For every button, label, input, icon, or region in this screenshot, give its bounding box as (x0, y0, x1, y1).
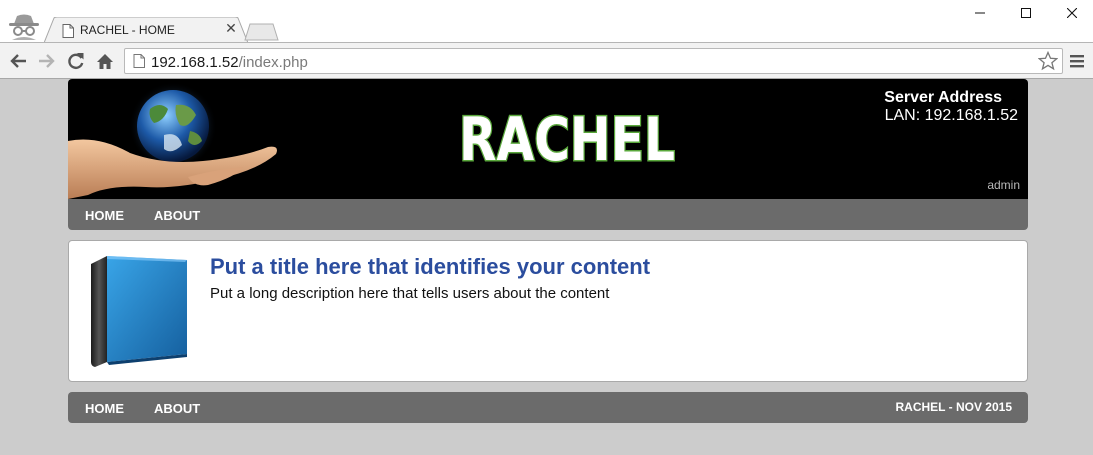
footer-home-link[interactable]: HOME (85, 401, 124, 416)
browser-toolbar: 192.168.1.52/index.php (0, 42, 1093, 79)
address-url: 192.168.1.52/index.php (151, 54, 308, 71)
home-button[interactable] (94, 51, 116, 71)
close-icon[interactable]: ✕ (224, 21, 238, 35)
back-icon (10, 54, 26, 68)
maximize-button[interactable] (1003, 0, 1049, 26)
menu-icon[interactable] (1068, 53, 1086, 69)
forward-button[interactable] (36, 51, 58, 71)
rachel-logo: RACHEL (458, 105, 677, 167)
server-address-title: Server Address (884, 89, 1002, 106)
footer-about-link[interactable]: ABOUT (154, 401, 200, 416)
globe-in-hand-image (68, 82, 277, 199)
tab-title: RACHEL - HOME (80, 23, 175, 37)
star-icon[interactable] (1038, 51, 1058, 71)
forward-icon (39, 54, 55, 68)
admin-link[interactable]: admin (987, 178, 1020, 192)
url-path: /index.php (238, 54, 308, 71)
footer-nav-bar: HOME ABOUT RACHEL - NOV 2015 (68, 392, 1028, 423)
nav-about-link[interactable]: ABOUT (154, 208, 200, 223)
reload-button[interactable] (65, 51, 87, 71)
window-close-button[interactable] (1049, 0, 1093, 26)
page-viewport: RACHEL Server Address LAN: 192.168.1.52 … (0, 79, 1093, 455)
top-nav-bar: HOME ABOUT (68, 199, 1028, 230)
reload-icon (68, 53, 84, 70)
server-lan-address: LAN: 192.168.1.52 (884, 107, 1018, 124)
new-tab-button[interactable] (244, 23, 280, 41)
nav-home-link[interactable]: HOME (85, 208, 124, 223)
book-icon (91, 256, 187, 367)
window-close-icon (1067, 8, 1077, 18)
logo-text: RACHEL (459, 105, 675, 167)
url-host: 192.168.1.52 (151, 54, 239, 71)
browser-tab-active[interactable]: RACHEL - HOME ✕ (44, 17, 248, 43)
content-card: Put a title here that identifies your co… (68, 240, 1028, 382)
header-banner: RACHEL Server Address LAN: 192.168.1.52 … (68, 79, 1028, 199)
home-icon (97, 53, 113, 69)
content-description: Put a long description here that tells u… (210, 285, 610, 302)
back-button[interactable] (7, 51, 29, 71)
content-title-link[interactable]: Put a title here that identifies your co… (210, 254, 650, 280)
minimize-icon (975, 12, 985, 14)
footer-credit: RACHEL - NOV 2015 (895, 400, 1012, 414)
maximize-icon (1021, 8, 1031, 18)
page-icon (133, 54, 145, 68)
minimize-button[interactable] (957, 0, 1003, 26)
browser-tabstrip: RACHEL - HOME ✕ (0, 0, 1093, 43)
page-icon (62, 24, 74, 38)
incognito-icon (9, 14, 39, 40)
address-bar[interactable]: 192.168.1.52/index.php (124, 48, 1063, 74)
